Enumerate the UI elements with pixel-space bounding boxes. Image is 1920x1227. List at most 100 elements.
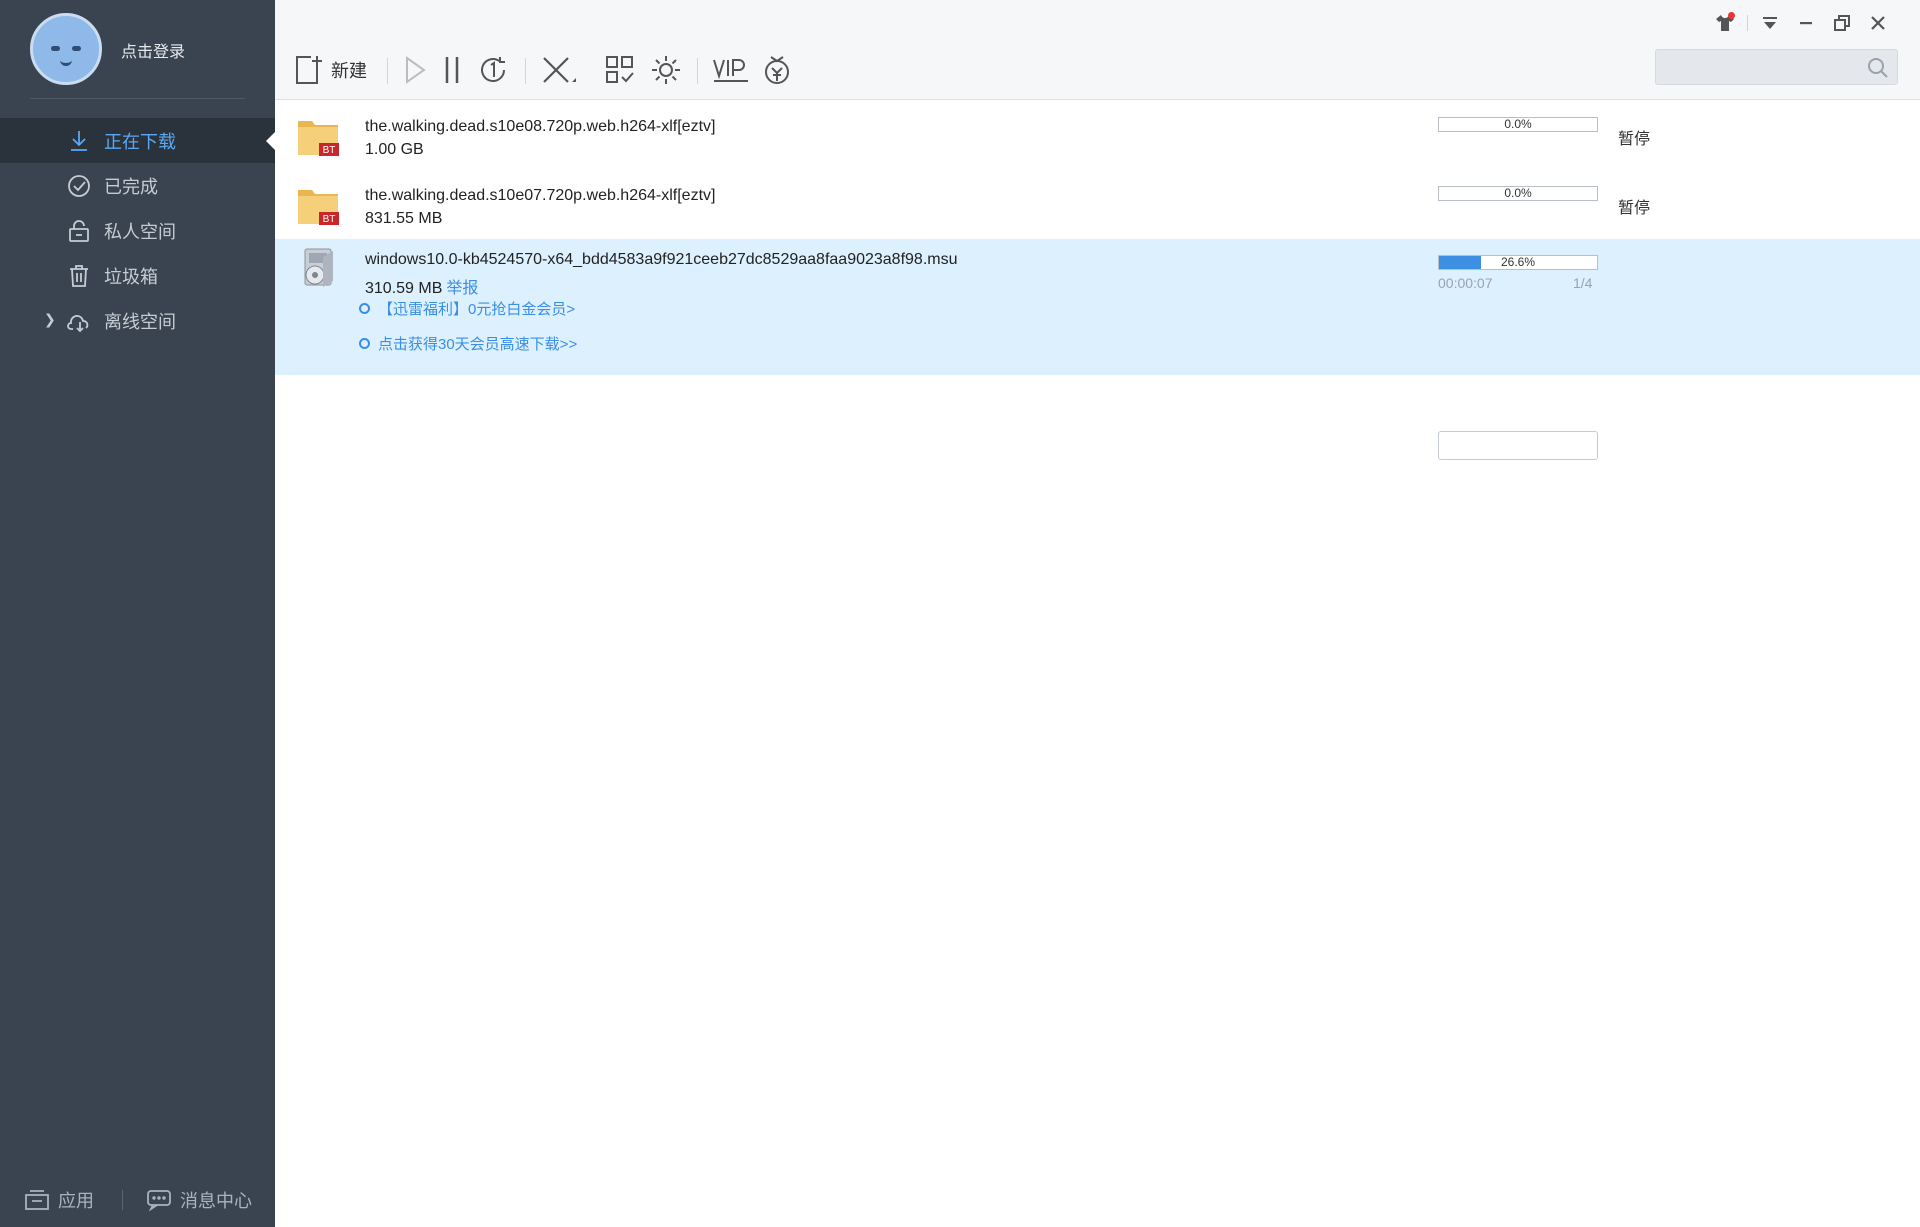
skin-button[interactable] [1707,10,1743,36]
avatar[interactable] [30,13,102,85]
clock-one-icon [481,57,505,82]
download-icon [71,130,87,151]
sidebar-item-label: 离线空间 [104,311,176,332]
notification-dot [1728,12,1735,19]
sidebar-item-offline-space[interactable]: ❯ 离线空间 [0,298,275,343]
file-name: the.walking.dead.s10e07.720p.web.h264-xl… [365,187,716,204]
pause-button[interactable] [442,52,462,88]
avatar-mouth [60,60,72,66]
avatar-eye-right [72,46,81,51]
settings-button[interactable] [649,52,683,88]
new-task-button[interactable]: 新建 [293,52,367,88]
file-size: 831.55 MB [365,210,443,227]
grid-check-icon [606,56,634,83]
progress-text: 0.0% [1504,117,1532,131]
promo-link-30day-vip[interactable]: 点击获得30天会员高速下载>> [359,333,577,354]
bullet-ring-icon [359,338,370,349]
progress-bar: 0.0% [1438,186,1598,201]
bt-badge: BT [323,214,336,225]
new-task-label: 新建 [331,61,367,81]
sidebar-item-downloading[interactable]: 正在下载 [0,118,275,163]
search-box [1655,49,1898,85]
search-input[interactable] [1656,50,1856,84]
message-center-label: 消息中心 [180,1190,252,1211]
close-icon [543,57,576,83]
gear-icon [652,56,680,84]
sidebar-nav: 正在下载 已完成 私人空间 垃圾箱 ❯ 离线空间 [0,118,275,343]
new-file-icon [296,56,322,84]
restore-button[interactable] [1824,10,1860,36]
chevron-right-icon[interactable]: ❯ [44,311,56,328]
bt-folder-icon: BT [298,190,339,225]
apps-icon [25,1189,49,1210]
sidebar-item-label: 已完成 [104,176,158,197]
time-remaining: 00:00:07 [1438,275,1493,291]
sidebar-item-label: 私人空间 [104,221,176,242]
delete-button[interactable] [540,52,578,88]
speed-unused-4 [1438,431,1598,460]
coupon-button[interactable] [761,52,793,88]
restore-icon [1834,15,1850,31]
report-link[interactable]: 举报 [446,280,478,297]
start-button[interactable] [402,52,428,88]
menu-dropdown-icon [1763,17,1777,29]
bt-folder-icon: BT [298,121,339,156]
chat-bubble-icon [147,1189,171,1211]
download-row[interactable]: BT the.walking.dead.s10e07.720p.web.h264… [275,170,1920,239]
sidebar-divider [30,98,245,99]
minimize-icon [1800,22,1812,25]
login-link[interactable]: 点击登录 [121,38,185,62]
progress-bar: 0.0% [1438,117,1598,132]
progress-text: 0.0% [1504,186,1532,200]
apps-button[interactable]: 应用 [24,1187,94,1213]
cloud-icon [67,314,89,332]
trash-icon [70,264,88,287]
vip-button[interactable] [712,52,750,88]
download-row-selected[interactable]: windows10.0-kb4524570-x64_bdd4583a9f921c… [275,239,1920,460]
window-controls [1707,10,1896,36]
message-center-button[interactable]: 消息中心 [146,1187,252,1213]
apps-label: 应用 [58,1190,94,1211]
sidebar-bottom-divider [122,1190,123,1210]
sidebar-item-completed[interactable]: 已完成 [0,163,275,208]
file-size-value: 310.59 MB [365,280,443,297]
status-text: 暂停 [1618,200,1651,217]
sidebar-item-trash[interactable]: 垃圾箱 [0,253,275,298]
download-list: BT the.walking.dead.s10e08.720p.web.h264… [275,101,1920,460]
sidebar-bottom: 应用 消息中心 [0,1172,275,1227]
status-text: 暂停 [1618,131,1651,148]
toolbar: 新建 [275,0,1920,100]
installer-package-icon [304,248,333,287]
download-row[interactable]: BT the.walking.dead.s10e08.720p.web.h264… [275,101,1920,170]
sidebar: 点击登录 正在下载 已完成 私人空间 垃圾箱 ❯ 离线空间 应用 消息中心 [0,0,275,1227]
pause-icon [445,57,459,83]
vip-icon [713,59,748,82]
progress-bar: 26.6% [1438,255,1598,270]
close-window-button[interactable] [1860,10,1896,36]
user-area: 点击登录 [0,0,275,100]
segment-count: 1/4 [1573,275,1593,291]
file-size: 310.59 MB 举报 [365,274,478,298]
promo-text: 【迅雷福利】0元抢白金会员> [378,301,576,318]
promo-link-vip-welfare[interactable]: 【迅雷福利】0元抢白金会员> [359,298,575,319]
window-controls-divider [1747,15,1748,31]
toolbar-divider [697,58,698,84]
minimize-button[interactable] [1788,10,1824,36]
batch-select-button[interactable] [604,52,636,88]
lock-icon [69,219,89,242]
sidebar-item-label: 正在下载 [104,131,176,152]
single-task-button[interactable] [477,52,509,88]
toolbar-divider [525,58,526,84]
money-bag-icon [765,56,789,84]
play-icon [406,56,426,84]
file-size: 1.00 GB [365,141,424,158]
main-menu-button[interactable] [1752,10,1788,36]
check-circle-icon [68,174,90,197]
file-name: windows10.0-kb4524570-x64_bdd4583a9f921c… [365,251,958,268]
search-icon[interactable] [1867,57,1889,79]
promo-text: 点击获得30天会员高速下载>> [378,336,578,353]
sidebar-item-label: 垃圾箱 [104,266,158,287]
toolbar-divider [387,58,388,84]
sidebar-item-private-space[interactable]: 私人空间 [0,208,275,253]
avatar-eye-left [51,46,60,51]
